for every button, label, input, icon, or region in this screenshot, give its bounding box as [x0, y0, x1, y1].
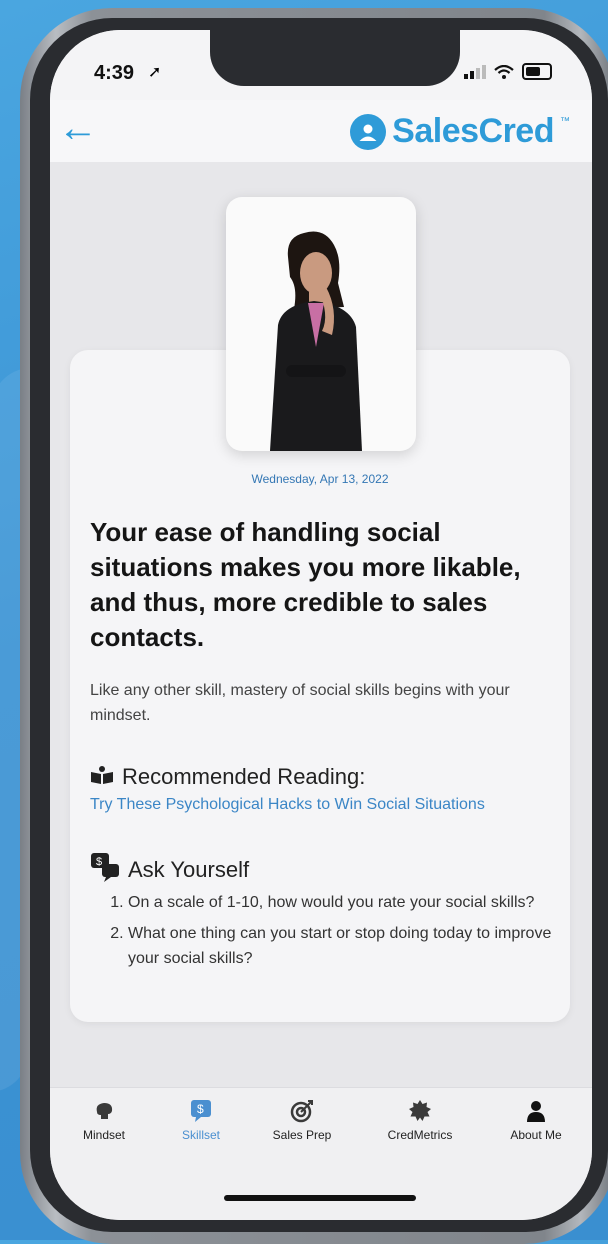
location-arrow-icon: ➚ — [148, 64, 162, 81]
svg-text:$: $ — [197, 1102, 204, 1116]
chat-dollar-icon: $ — [191, 1100, 211, 1122]
tab-credmetrics[interactable]: CredMetrics — [366, 1098, 474, 1142]
article-date: Wednesday, Apr 13, 2022 — [251, 472, 389, 486]
ask-yourself-list: On a scale of 1-10, how would you rate y… — [90, 890, 578, 977]
logo-person-icon — [350, 113, 387, 150]
tab-mindset[interactable]: Mindset — [50, 1098, 158, 1142]
recommended-reading-heading: Recommended Reading: — [90, 764, 365, 790]
status-bar: 4:39 ➚ — [50, 30, 592, 100]
tab-label: Mindset — [82, 1128, 126, 1142]
home-indicator[interactable] — [224, 1195, 416, 1201]
brand-name: SalesCred — [392, 112, 554, 150]
svg-text:$: $ — [96, 856, 102, 868]
wifi-icon — [494, 64, 514, 79]
ask-yourself-heading: $ Ask Yourself — [90, 852, 249, 888]
brain-icon — [96, 1103, 113, 1119]
target-icon — [290, 1100, 313, 1123]
recommended-reading-link[interactable]: Try These Psychological Hacks to Win Soc… — [90, 796, 485, 814]
tab-label: Skillset — [181, 1128, 220, 1142]
ask-item: What one thing can you start or stop doi… — [128, 921, 578, 971]
trademark: ™ — [560, 116, 570, 127]
badge-icon — [409, 1100, 431, 1121]
back-arrow-icon[interactable]: ← — [58, 108, 98, 148]
article-headline: Your ease of handling social situations … — [90, 517, 521, 652]
tab-label: About Me — [510, 1128, 562, 1142]
article-photo — [226, 197, 416, 451]
article-intro: Like any other skill, mastery of social … — [90, 682, 510, 724]
open-book-icon — [90, 764, 114, 790]
bottom-tab-bar: Mindset $ Skillset Sales Prep CredMetric… — [50, 1087, 592, 1220]
tab-label: Sales Prep — [272, 1128, 332, 1142]
app-header: ← SalesCred ™ — [50, 100, 592, 163]
status-icons — [464, 63, 552, 80]
person-icon — [527, 1101, 545, 1122]
woman-portrait-image — [270, 231, 362, 451]
signal-icon — [464, 64, 486, 79]
ask-yourself-title: Ask Yourself — [128, 857, 250, 882]
notch — [210, 30, 460, 86]
recommended-reading-title: Recommended Reading: — [122, 764, 366, 789]
phone-screen: 4:39 ➚ ← SalesCred ™ Wednesday, Apr 13, … — [50, 30, 592, 1220]
battery-icon — [522, 63, 552, 80]
ask-item: On a scale of 1-10, how would you rate y… — [128, 890, 578, 915]
scroll-content[interactable]: Wednesday, Apr 13, 2022 Your ease of han… — [50, 162, 592, 1087]
tab-about-me[interactable]: About Me — [482, 1098, 590, 1142]
tab-sales-prep[interactable]: Sales Prep — [248, 1098, 356, 1142]
tab-label: CredMetrics — [387, 1128, 453, 1142]
brand-logo: SalesCred ™ — [350, 112, 570, 151]
speech-bubbles-icon: $ — [90, 852, 120, 888]
status-time: 4:39 — [94, 62, 135, 84]
tab-skillset[interactable]: $ Skillset — [147, 1098, 255, 1142]
